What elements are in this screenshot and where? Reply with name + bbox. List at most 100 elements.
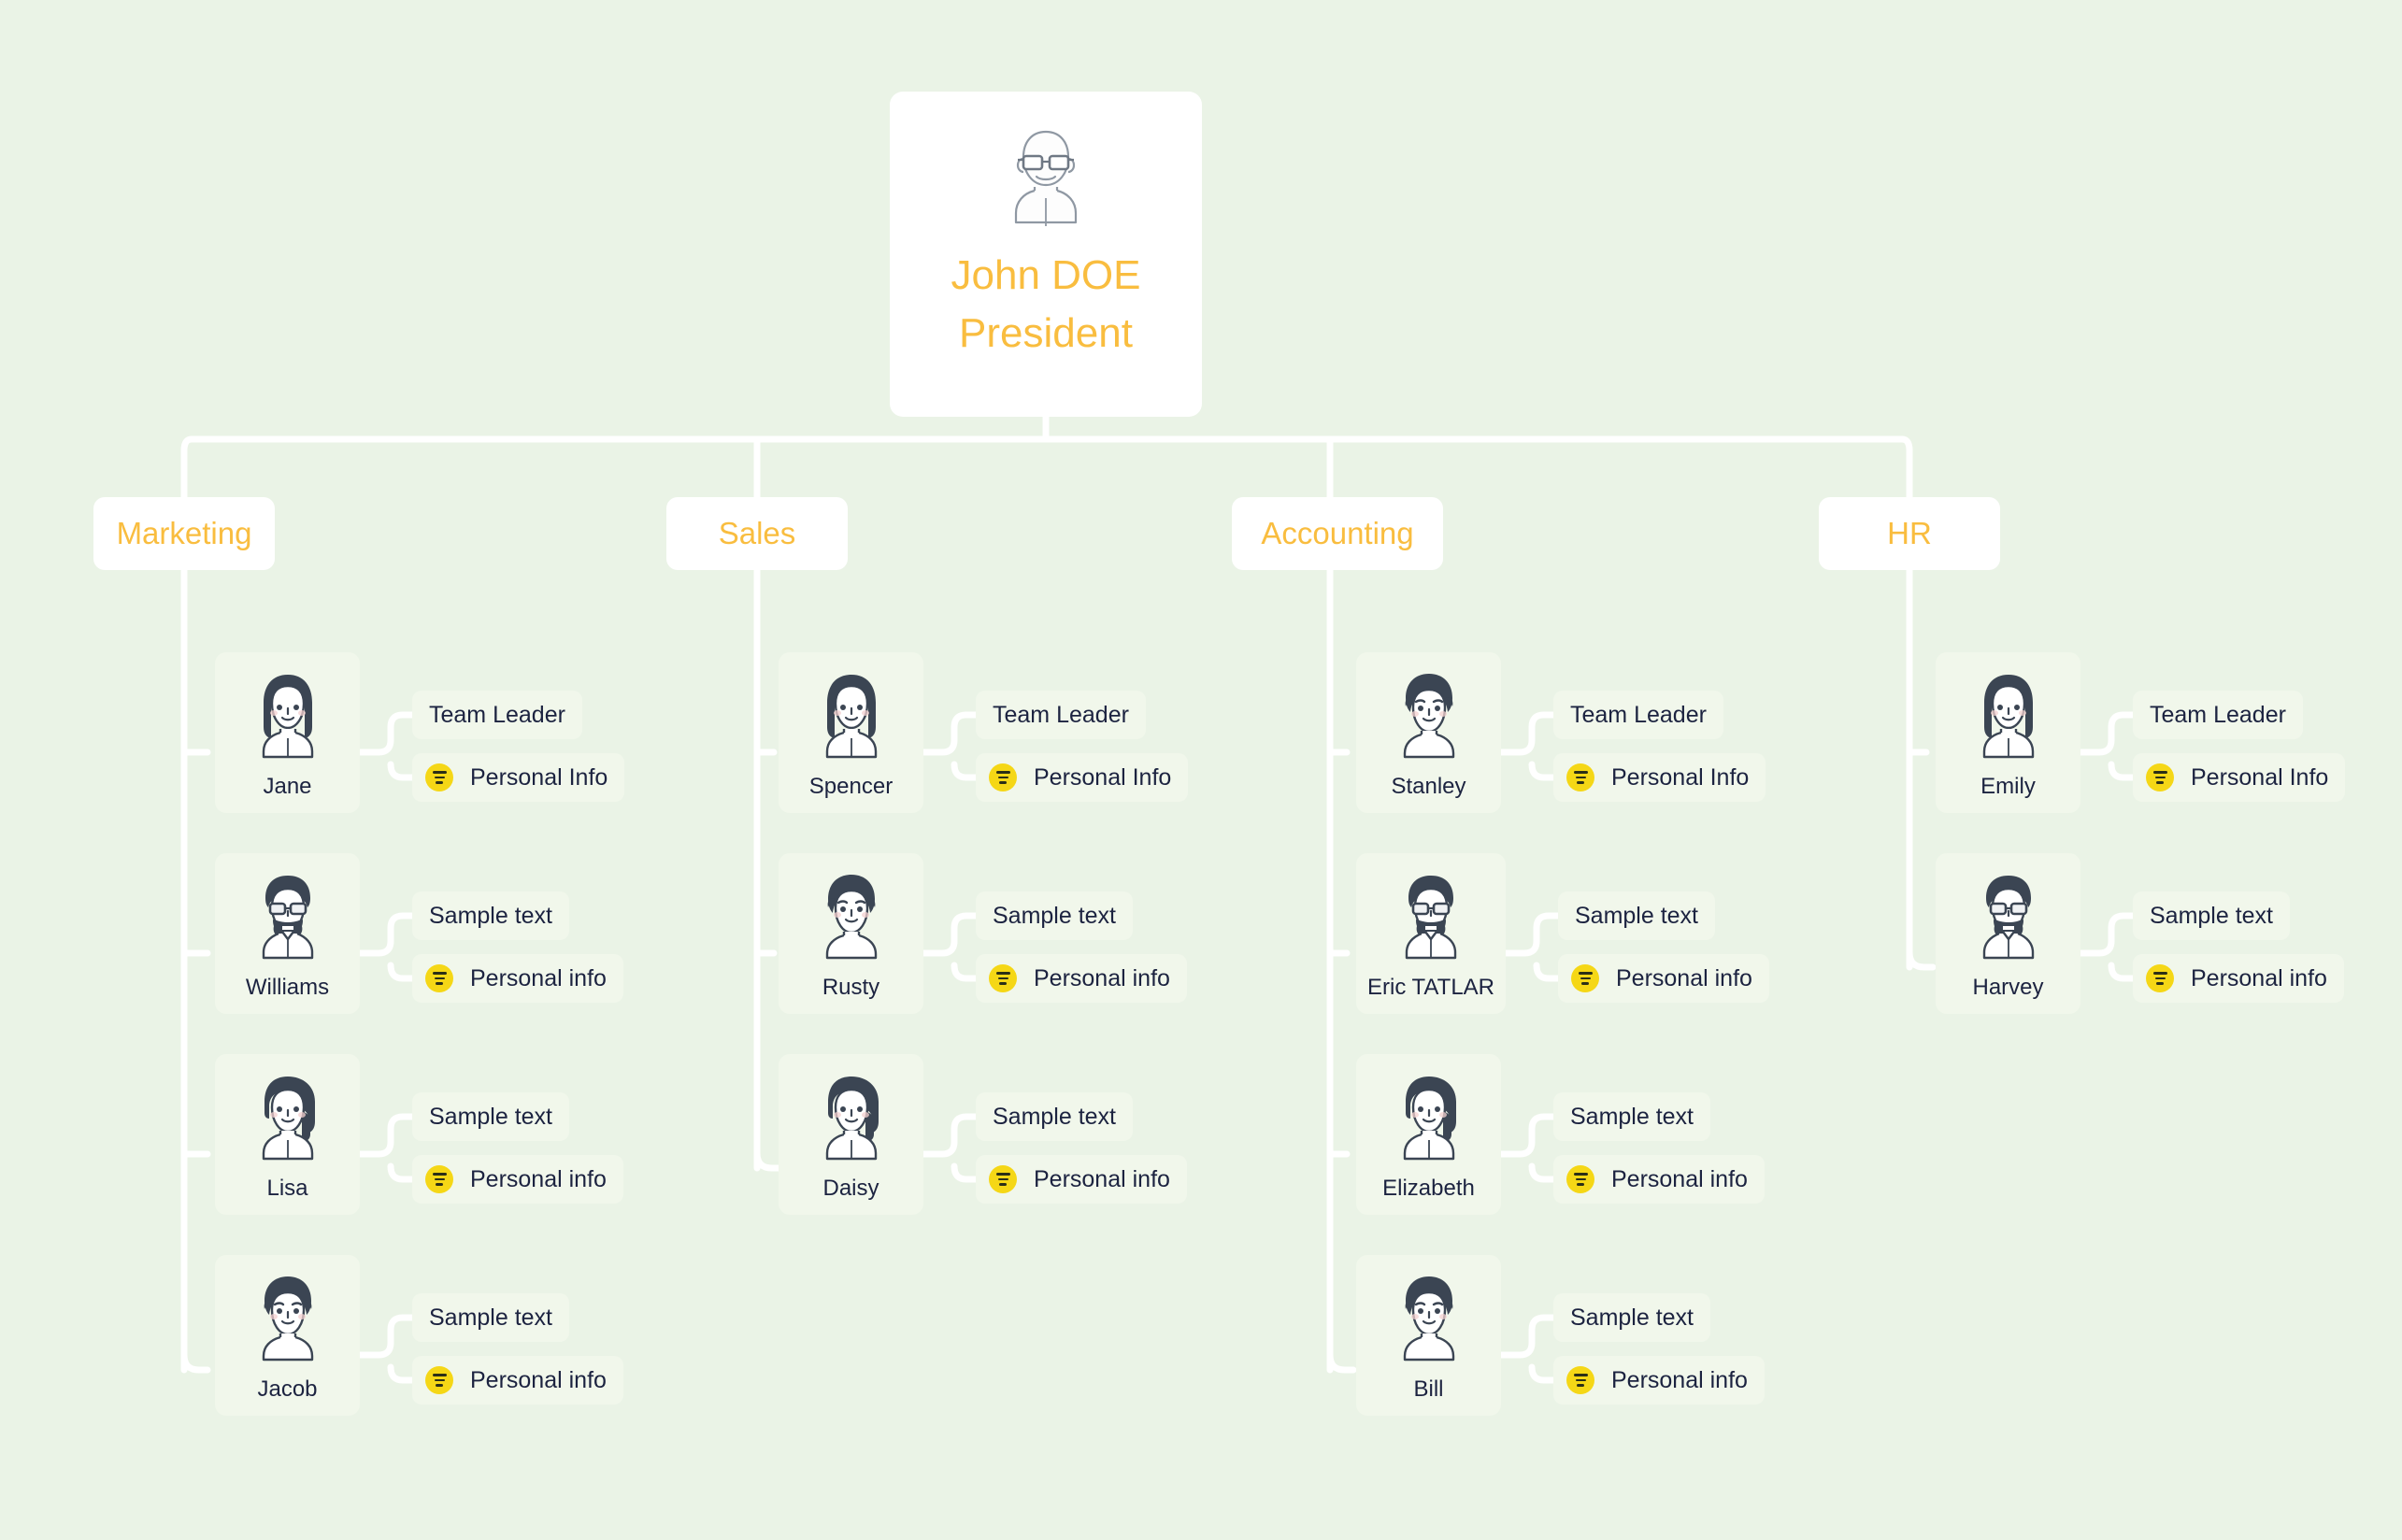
person-name: Harvey <box>1972 975 2044 1000</box>
personal-info-text: Personal Info <box>1034 763 1172 791</box>
info-list-icon <box>1571 964 1599 992</box>
role-chip[interactable]: Sample text <box>412 1293 570 1342</box>
person-name: Eric TATLAR <box>1366 975 1495 1000</box>
department-marketing[interactable]: Marketing <box>93 497 275 570</box>
info-list-icon <box>2146 964 2174 992</box>
role-text: Sample text <box>993 902 1117 929</box>
person-card[interactable]: Stanley <box>1356 652 1501 813</box>
personal-info-text: Personal info <box>470 964 607 991</box>
bald-man-with-glasses-avatar-icon <box>997 125 1094 230</box>
personal-info-text: Personal info <box>1611 1165 1748 1192</box>
role-text: Team Leader <box>2150 701 2286 728</box>
man-curly-hair-avatar-icon <box>1386 669 1472 763</box>
person-name: Rusty <box>822 975 880 1000</box>
department-label: Sales <box>718 516 796 550</box>
role-chip[interactable]: Team Leader <box>2133 691 2303 739</box>
personal-info-chip[interactable]: Personal info <box>976 954 1187 1003</box>
info-list-icon <box>2146 763 2174 791</box>
personal-info-text: Personal info <box>1034 964 1170 991</box>
person-name: Stanley <box>1391 774 1466 799</box>
woman-ponytail-avatar-icon <box>245 1071 331 1164</box>
role-text: Sample text <box>2150 902 2274 929</box>
role-text: Team Leader <box>429 701 565 728</box>
role-chip[interactable]: Sample text <box>1558 891 1716 940</box>
role-chip[interactable]: Sample text <box>2133 891 2291 940</box>
department-hr[interactable]: HR <box>1819 497 2000 570</box>
personal-info-chip[interactable]: Personal info <box>412 1155 623 1204</box>
personal-info-chip[interactable]: Personal Info <box>2133 753 2346 802</box>
woman-long-hair-avatar-icon <box>1966 669 2052 763</box>
info-list-icon <box>425 1366 453 1394</box>
personal-info-chip[interactable]: Personal info <box>1553 1356 1765 1405</box>
role-chip[interactable]: Sample text <box>1553 1293 1711 1342</box>
person-name: Bill <box>1413 1376 1444 1402</box>
man-curly-hair-avatar-icon <box>808 870 894 963</box>
personal-info-text: Personal info <box>1034 1165 1170 1192</box>
role-chip[interactable]: Team Leader <box>1553 691 1723 739</box>
person-name: Elizabeth <box>1382 1176 1475 1201</box>
woman-ponytail-avatar-icon <box>808 1071 894 1164</box>
woman-long-hair-avatar-icon <box>808 669 894 763</box>
role-chip[interactable]: Team Leader <box>412 691 582 739</box>
info-list-icon <box>989 1165 1017 1193</box>
root-title-text: President <box>959 310 1133 356</box>
person-card[interactable]: Spencer <box>779 652 923 813</box>
info-list-icon <box>1566 1366 1594 1394</box>
role-text: Sample text <box>993 1103 1117 1130</box>
man-curly-hair-avatar-icon <box>1386 1272 1472 1365</box>
personal-info-chip[interactable]: Personal info <box>412 954 623 1003</box>
role-text: Sample text <box>1575 902 1699 929</box>
personal-info-chip[interactable]: Personal Info <box>976 753 1189 802</box>
personal-info-chip[interactable]: Personal info <box>1553 1155 1765 1204</box>
person-card[interactable]: Jane <box>215 652 360 813</box>
role-chip[interactable]: Sample text <box>412 1092 570 1141</box>
info-list-icon <box>989 763 1017 791</box>
person-card[interactable]: Eric TATLAR <box>1356 853 1506 1014</box>
department-accounting[interactable]: Accounting <box>1232 497 1443 570</box>
personal-info-chip[interactable]: Personal Info <box>412 753 625 802</box>
woman-ponytail-avatar-icon <box>1386 1071 1472 1164</box>
person-card[interactable]: Bill <box>1356 1255 1501 1416</box>
person-card[interactable]: Jacob <box>215 1255 360 1416</box>
info-list-icon <box>1566 1165 1594 1193</box>
personal-info-text: Personal info <box>1611 1366 1748 1393</box>
info-list-icon <box>425 763 453 791</box>
personal-info-chip[interactable]: Personal info <box>412 1356 623 1405</box>
role-text: Team Leader <box>1570 701 1707 728</box>
role-text: Team Leader <box>993 701 1129 728</box>
org-chart-canvas: John DOE President Marketing Sales Accou… <box>0 0 2402 1540</box>
personal-info-text: Personal Info <box>2191 763 2329 791</box>
person-card[interactable]: Daisy <box>779 1054 923 1215</box>
department-sales[interactable]: Sales <box>666 497 848 570</box>
person-name: Spencer <box>808 774 894 799</box>
person-name: Jacob <box>257 1376 318 1402</box>
info-list-icon <box>1566 763 1594 791</box>
department-label: HR <box>1887 516 1932 550</box>
person-card[interactable]: Rusty <box>779 853 923 1014</box>
man-beard-glasses-avatar-icon <box>245 870 331 963</box>
person-card[interactable]: Williams <box>215 853 360 1014</box>
role-chip[interactable]: Sample text <box>412 891 570 940</box>
person-card[interactable]: Lisa <box>215 1054 360 1215</box>
role-text: Sample text <box>1570 1103 1694 1130</box>
personal-info-chip[interactable]: Personal info <box>2133 954 2344 1003</box>
personal-info-text: Personal info <box>1616 964 1752 991</box>
person-name: Williams <box>245 975 330 1000</box>
info-list-icon <box>425 1165 453 1193</box>
role-text: Sample text <box>429 1103 553 1130</box>
root-node-card[interactable]: John DOE President <box>890 92 1202 417</box>
personal-info-text: Personal info <box>470 1366 607 1393</box>
person-card[interactable]: Harvey <box>1936 853 2080 1014</box>
role-chip[interactable]: Team Leader <box>976 691 1146 739</box>
root-name-text: John DOE <box>951 252 1141 298</box>
person-card[interactable]: Elizabeth <box>1356 1054 1501 1215</box>
role-chip[interactable]: Sample text <box>976 891 1134 940</box>
role-text: Sample text <box>429 902 553 929</box>
personal-info-chip[interactable]: Personal info <box>976 1155 1187 1204</box>
department-label: Accounting <box>1261 516 1414 550</box>
personal-info-chip[interactable]: Personal info <box>1558 954 1769 1003</box>
personal-info-chip[interactable]: Personal Info <box>1553 753 1766 802</box>
role-chip[interactable]: Sample text <box>976 1092 1134 1141</box>
person-card[interactable]: Emily <box>1936 652 2080 813</box>
role-chip[interactable]: Sample text <box>1553 1092 1711 1141</box>
